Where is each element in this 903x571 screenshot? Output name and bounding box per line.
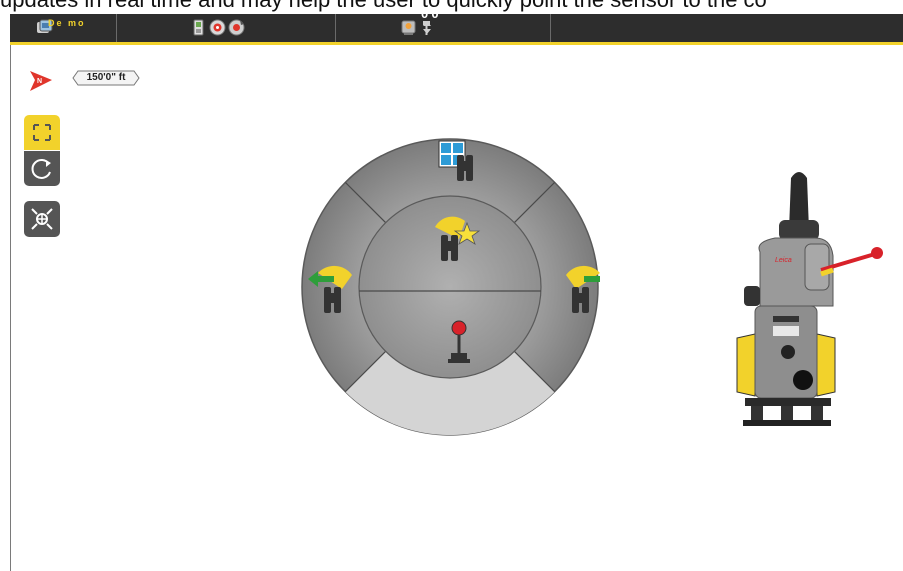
demo-segment[interactable]: De mo (10, 14, 117, 42)
top-status-bar: De mo (10, 14, 903, 42)
north-arrow-icon[interactable]: N (28, 67, 54, 93)
angle-readout: 0'0" (421, 6, 445, 21)
settings-target-icon[interactable] (228, 19, 245, 36)
scale-indicator: 150'0" ft (72, 70, 140, 86)
svg-text:N: N (37, 78, 42, 85)
target-icon[interactable] (209, 19, 226, 36)
rotate-icon (31, 159, 51, 179)
controls-segment[interactable] (117, 14, 336, 42)
caption-text: updates in real time and may help the us… (0, 0, 903, 14)
left-border (10, 45, 11, 571)
center-button[interactable] (24, 201, 60, 237)
instrument-diagram: Leica (736, 172, 883, 426)
demo-label: De mo (48, 18, 86, 28)
controller-icon[interactable] (190, 19, 207, 36)
center-icon (31, 208, 53, 230)
topbar-accent-line (10, 42, 903, 45)
up-down-icon (423, 21, 431, 34)
fit-to-screen-icon (33, 124, 51, 141)
svg-text:Leica: Leica (775, 257, 792, 264)
navigation-wheel[interactable] (300, 137, 600, 437)
rotate-button[interactable] (24, 151, 60, 186)
instrument-icon[interactable] (400, 19, 417, 36)
scale-label: 150'0" ft (86, 72, 126, 83)
fit-to-screen-button[interactable] (24, 115, 60, 150)
